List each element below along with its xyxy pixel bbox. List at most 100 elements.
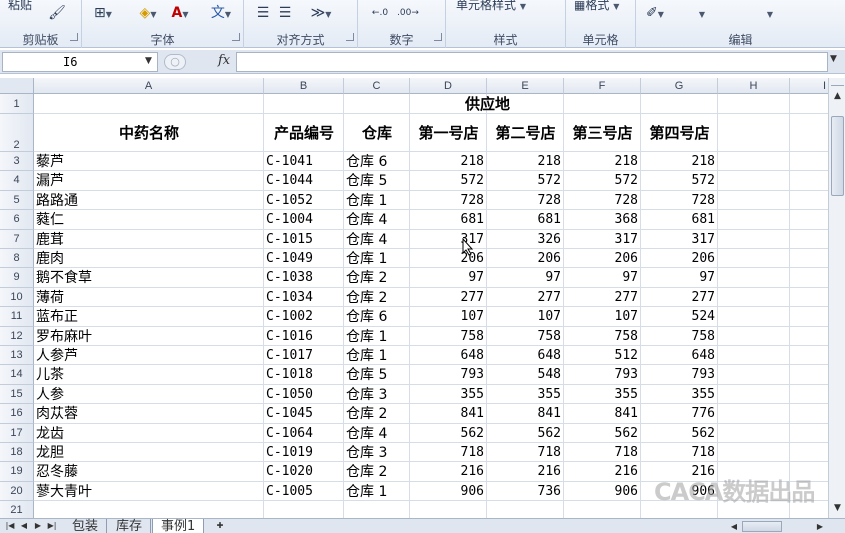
table-cell[interactable]: 仓库 2 xyxy=(346,269,410,287)
table-cell[interactable]: 仓库 3 xyxy=(346,444,410,462)
row-header[interactable]: 15 xyxy=(0,384,34,405)
table-cell[interactable]: 277 xyxy=(410,289,487,307)
expand-formula-bar-icon[interactable]: ▼ xyxy=(830,54,837,64)
decrease-indent-icon[interactable]: ☰ xyxy=(254,4,272,22)
table-cell[interactable]: 648 xyxy=(487,347,564,365)
table-cell[interactable]: 肉苁蓉 xyxy=(36,405,264,423)
table-cell[interactable]: 718 xyxy=(564,444,641,462)
table-cell[interactable]: 龙齿 xyxy=(36,425,264,443)
table-cell[interactable]: 572 xyxy=(564,172,641,190)
table-cell[interactable]: 728 xyxy=(487,192,564,210)
vertical-scrollbar[interactable]: ▲ ▼ xyxy=(828,78,845,518)
table-cell[interactable]: 206 xyxy=(487,250,564,268)
formula-bar-resize-handle[interactable]: ○ xyxy=(164,54,186,70)
table-cell[interactable]: 562 xyxy=(487,425,564,443)
table-cell[interactable]: 728 xyxy=(641,192,718,210)
table-cell[interactable]: 107 xyxy=(487,308,564,326)
table-cell[interactable]: 97 xyxy=(564,269,641,287)
table-cell[interactable]: 758 xyxy=(564,328,641,346)
table-cell[interactable]: 841 xyxy=(410,405,487,423)
table-cell[interactable]: 355 xyxy=(487,386,564,404)
table-cell[interactable]: 562 xyxy=(641,425,718,443)
row-header[interactable]: 1 xyxy=(0,94,34,114)
row-header[interactable]: 10 xyxy=(0,287,34,308)
table-cell[interactable]: 776 xyxy=(641,405,718,423)
font-color-icon[interactable]: A▼ xyxy=(166,4,194,22)
table-cell[interactable]: 562 xyxy=(564,425,641,443)
table-cell[interactable]: 蕤仁 xyxy=(36,211,264,229)
table-cell[interactable]: C-1015 xyxy=(266,231,344,249)
table-cell[interactable]: 317 xyxy=(410,231,487,249)
table-cell[interactable]: 793 xyxy=(641,366,718,384)
table-cell[interactable]: 355 xyxy=(564,386,641,404)
table-cell[interactable]: 793 xyxy=(564,366,641,384)
header-store-2[interactable]: 第二号店 xyxy=(487,124,564,146)
table-cell[interactable]: 仓库 1 xyxy=(346,250,410,268)
cell-styles-button[interactable]: 单元格样式 ▼ xyxy=(456,0,526,13)
scroll-right-icon[interactable]: ▶ xyxy=(814,521,826,533)
dialog-launcher-icon[interactable] xyxy=(434,33,442,41)
table-cell[interactable]: 277 xyxy=(564,289,641,307)
table-cell[interactable]: C-1052 xyxy=(266,192,344,210)
table-cell[interactable]: 906 xyxy=(410,483,487,501)
increase-indent-icon[interactable]: ☰ xyxy=(276,4,294,22)
dialog-launcher-icon[interactable] xyxy=(346,33,354,41)
table-cell[interactable]: 841 xyxy=(564,405,641,423)
dialog-launcher-icon[interactable] xyxy=(70,33,78,41)
column-header[interactable]: F xyxy=(564,78,641,94)
table-cell[interactable]: 317 xyxy=(564,231,641,249)
next-sheet-icon[interactable]: ▶ xyxy=(32,520,44,532)
table-cell[interactable]: 512 xyxy=(564,347,641,365)
formula-input[interactable] xyxy=(236,52,828,72)
table-cell[interactable]: 蓝布正 xyxy=(36,308,264,326)
column-header[interactable]: H xyxy=(718,78,790,94)
row-header[interactable]: 19 xyxy=(0,462,34,482)
dialog-launcher-icon[interactable] xyxy=(232,33,240,41)
table-cell[interactable]: 355 xyxy=(410,386,487,404)
table-cell[interactable]: 218 xyxy=(564,153,641,171)
table-cell[interactable]: C-1038 xyxy=(266,269,344,287)
row-header[interactable]: 20 xyxy=(0,481,34,502)
last-sheet-icon[interactable]: ▶| xyxy=(46,520,58,532)
table-cell[interactable]: 97 xyxy=(410,269,487,287)
table-cell[interactable]: C-1020 xyxy=(266,463,344,481)
horizontal-scroll-thumb[interactable] xyxy=(742,521,782,532)
row-header[interactable]: 17 xyxy=(0,423,34,443)
table-cell[interactable]: 仓库 4 xyxy=(346,211,410,229)
table-cell[interactable]: C-1045 xyxy=(266,405,344,423)
table-cell[interactable]: C-1017 xyxy=(266,347,344,365)
table-cell[interactable]: 572 xyxy=(641,172,718,190)
table-cell[interactable]: 路路通 xyxy=(36,192,264,210)
row-header[interactable]: 13 xyxy=(0,346,34,366)
table-cell[interactable]: 728 xyxy=(410,192,487,210)
header-store-3[interactable]: 第三号店 xyxy=(564,124,641,146)
table-cell[interactable]: 758 xyxy=(641,328,718,346)
format-button[interactable]: ▦格式 ▼ xyxy=(574,0,619,13)
table-cell[interactable]: C-1019 xyxy=(266,444,344,462)
tab-example1[interactable]: 事例1 xyxy=(152,519,205,533)
table-cell[interactable]: C-1018 xyxy=(266,366,344,384)
table-cell[interactable]: C-1044 xyxy=(266,172,344,190)
table-cell[interactable]: 仓库 6 xyxy=(346,308,410,326)
row-header[interactable]: 12 xyxy=(0,326,34,346)
table-cell[interactable]: 216 xyxy=(410,463,487,481)
table-cell[interactable]: 906 xyxy=(564,483,641,501)
fill-color-icon[interactable]: ◈▼ xyxy=(134,4,162,22)
row-header[interactable]: 3 xyxy=(0,152,34,172)
table-cell[interactable]: 仓库 4 xyxy=(346,425,410,443)
insert-function-icon[interactable]: fx xyxy=(218,53,230,68)
sort-dropdown-icon[interactable]: ▼ xyxy=(692,4,712,22)
select-all-corner[interactable] xyxy=(0,78,34,94)
table-cell[interactable]: 524 xyxy=(641,308,718,326)
table-cell[interactable]: C-1050 xyxy=(266,386,344,404)
first-sheet-icon[interactable]: |◀ xyxy=(4,520,16,532)
tab-inventory[interactable]: 库存 xyxy=(108,519,152,533)
table-cell[interactable]: 蓼大青叶 xyxy=(36,483,264,501)
vertical-scroll-thumb[interactable] xyxy=(831,116,844,196)
table-cell[interactable]: 薄荷 xyxy=(36,289,264,307)
table-cell[interactable]: 206 xyxy=(564,250,641,268)
scroll-left-icon[interactable]: ◀ xyxy=(728,521,740,533)
table-cell[interactable]: 97 xyxy=(487,269,564,287)
table-cell[interactable]: 216 xyxy=(487,463,564,481)
find-dropdown-icon[interactable]: ▼ xyxy=(760,4,780,22)
